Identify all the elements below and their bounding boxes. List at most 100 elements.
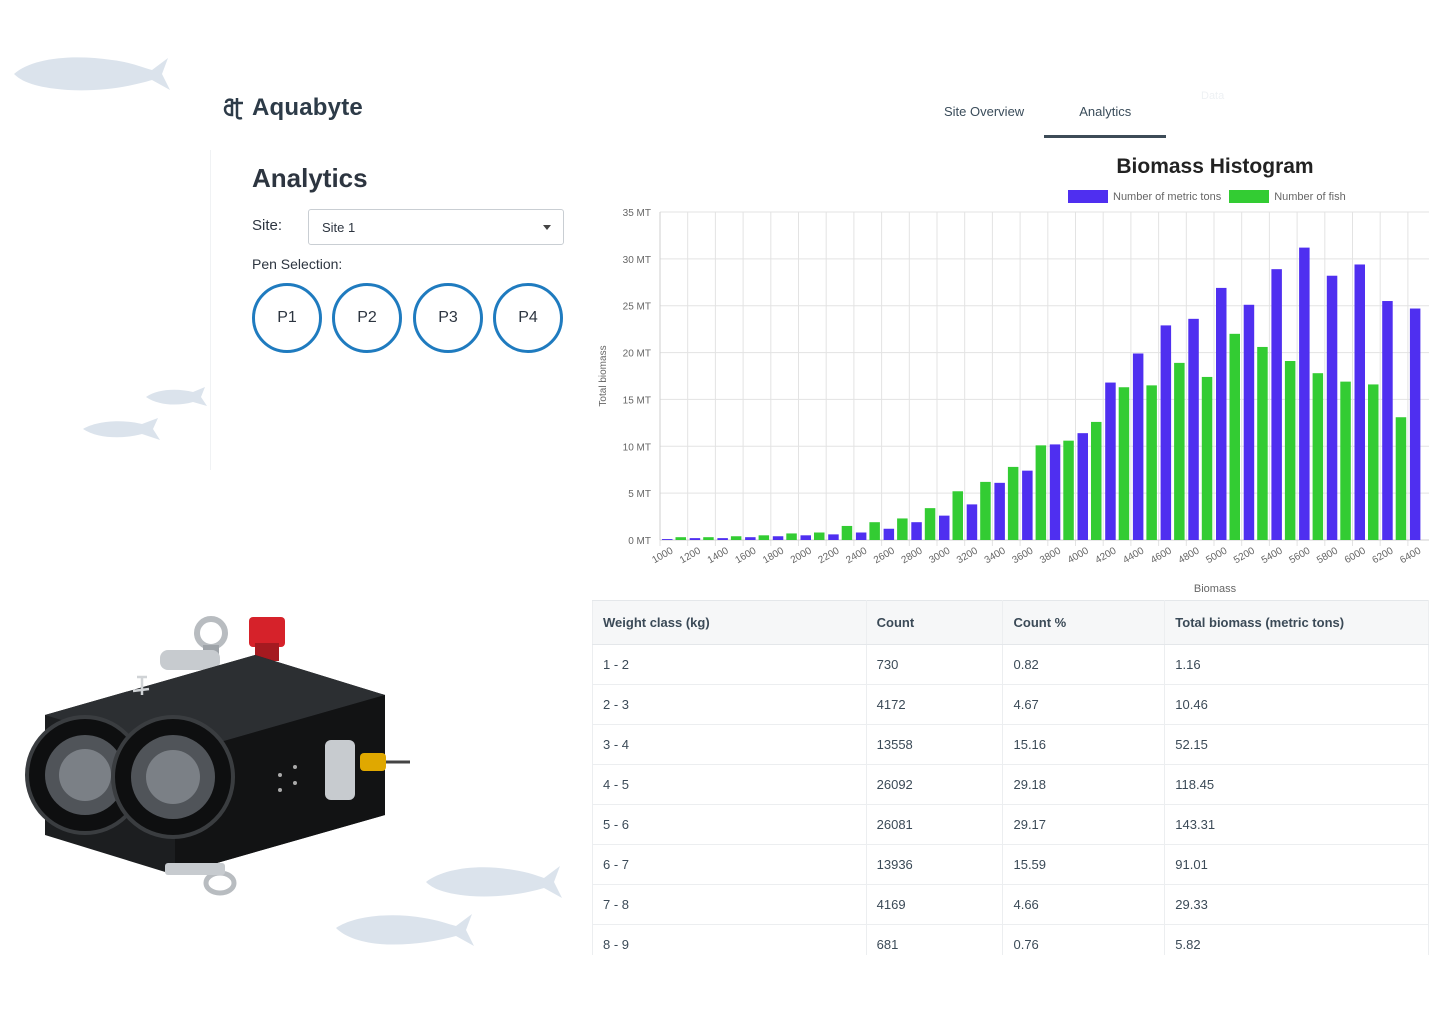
bar-metric-tons bbox=[1105, 382, 1116, 540]
fish-silhouette-icon bbox=[14, 57, 170, 91]
pen-button-p3[interactable]: P3 bbox=[413, 283, 483, 353]
cell-count-percent: 29.17 bbox=[1002, 804, 1166, 845]
y-tick-label: 35 MT bbox=[623, 208, 651, 219]
x-tick-label: 1600 bbox=[733, 545, 758, 566]
x-tick-label: 6400 bbox=[1398, 545, 1423, 566]
page-title: Analytics bbox=[252, 163, 368, 193]
x-tick-label: 4800 bbox=[1177, 545, 1202, 566]
x-tick-label: 4400 bbox=[1121, 545, 1146, 566]
y-tick-label: 0 MT bbox=[628, 536, 651, 547]
table-row: 4 - 5 26092 29.18 118.45 bbox=[592, 764, 1429, 805]
cell-count: 4169 bbox=[866, 884, 1004, 925]
fish-silhouette-icon bbox=[146, 387, 207, 406]
bar-fish bbox=[1063, 440, 1074, 540]
x-tick-label: 6000 bbox=[1343, 545, 1368, 566]
bar-fish bbox=[730, 536, 742, 540]
bar-fish bbox=[758, 535, 770, 540]
x-tick-label: 2400 bbox=[844, 545, 869, 566]
aquabyte-logo-icon bbox=[223, 98, 243, 120]
x-tick-label: 5000 bbox=[1204, 545, 1229, 566]
weight-class-table: Weight class (kg) Count Count % Total bi… bbox=[592, 600, 1429, 955]
table-row: 3 - 4 13558 15.16 52.15 bbox=[592, 724, 1429, 765]
x-tick-label: 5800 bbox=[1315, 545, 1340, 566]
site-label: Site: bbox=[252, 217, 283, 234]
bar-fish bbox=[1229, 333, 1240, 540]
bar-fish bbox=[1312, 373, 1324, 540]
bar-metric-tons bbox=[939, 515, 950, 540]
cell-weight-class: 4 - 5 bbox=[592, 764, 867, 805]
column-header-count-percent[interactable]: Count % bbox=[1002, 600, 1166, 645]
cell-weight-class: 6 - 7 bbox=[592, 844, 867, 885]
bar-fish bbox=[869, 522, 880, 540]
column-header-count[interactable]: Count bbox=[866, 600, 1004, 645]
table-row: 6 - 7 13936 15.59 91.01 bbox=[592, 844, 1429, 885]
bar-fish bbox=[1201, 376, 1213, 540]
bar-fish bbox=[980, 481, 991, 540]
x-tick-label: 1400 bbox=[706, 545, 731, 566]
bar-metric-tons bbox=[966, 504, 978, 540]
bar-metric-tons bbox=[717, 538, 728, 540]
y-tick-label: 5 MT bbox=[628, 489, 651, 500]
pen-button-p1[interactable]: P1 bbox=[252, 283, 322, 353]
bar-metric-tons bbox=[689, 538, 701, 540]
x-tick-label: 2600 bbox=[872, 545, 897, 566]
bar-metric-tons bbox=[1354, 264, 1365, 540]
x-tick-label: 4600 bbox=[1149, 545, 1174, 566]
bar-fish bbox=[1091, 421, 1102, 540]
bar-metric-tons bbox=[1077, 433, 1088, 540]
y-tick-label: 10 MT bbox=[623, 442, 651, 453]
site-select[interactable]: Site 1 bbox=[308, 209, 564, 245]
cell-weight-class: 5 - 6 bbox=[592, 804, 867, 845]
cell-count: 26092 bbox=[866, 764, 1004, 805]
brand-name: Aquabyte bbox=[252, 94, 363, 121]
x-tick-label: 3000 bbox=[927, 545, 952, 566]
y-tick-label: 15 MT bbox=[623, 395, 651, 406]
cell-weight-class: 3 - 4 bbox=[592, 724, 867, 765]
bar-metric-tons bbox=[828, 534, 839, 540]
bar-fish bbox=[1146, 385, 1157, 540]
bar-fish bbox=[952, 491, 963, 540]
x-tick-label: 1200 bbox=[678, 545, 703, 566]
bar-fish bbox=[703, 537, 714, 540]
table-row: 1 - 2 730 0.82 1.16 bbox=[592, 644, 1429, 685]
table-header-row: Weight class (kg) Count Count % Total bi… bbox=[592, 600, 1429, 645]
chart-title: Biomass Histogram bbox=[1116, 155, 1314, 178]
tab-analytics[interactable]: Analytics bbox=[1044, 92, 1167, 138]
cell-weight-class: 8 - 9 bbox=[592, 924, 867, 955]
x-tick-label: 2000 bbox=[789, 545, 814, 566]
bar-metric-tons bbox=[745, 537, 756, 540]
bar-metric-tons bbox=[911, 522, 922, 540]
cell-count: 13558 bbox=[866, 724, 1004, 765]
bar-metric-tons bbox=[800, 535, 811, 540]
cell-count-percent: 29.18 bbox=[1002, 764, 1166, 805]
column-header-weight-class[interactable]: Weight class (kg) bbox=[592, 600, 867, 645]
pen-button-p2[interactable]: P2 bbox=[332, 283, 402, 353]
fish-silhouette-icon bbox=[426, 866, 562, 898]
bar-fish bbox=[786, 533, 797, 540]
brand-logo[interactable]: Aquabyte bbox=[222, 94, 363, 122]
bar-fish bbox=[1340, 381, 1351, 540]
column-header-total-biomass[interactable]: Total biomass (metric tons) bbox=[1164, 600, 1429, 645]
chevron-down-icon bbox=[543, 225, 551, 230]
table-row: 7 - 8 4169 4.66 29.33 bbox=[592, 884, 1429, 925]
bar-fish bbox=[675, 537, 686, 540]
cell-total-biomass: 118.45 bbox=[1164, 764, 1429, 805]
bar-fish bbox=[814, 532, 825, 540]
cell-count-percent: 0.82 bbox=[1002, 644, 1166, 685]
bar-metric-tons bbox=[855, 532, 867, 540]
bar-fish bbox=[1395, 417, 1407, 540]
x-axis-title: Biomass bbox=[1194, 583, 1237, 595]
cell-weight-class: 1 - 2 bbox=[592, 644, 867, 685]
x-tick-label: 5200 bbox=[1232, 545, 1257, 566]
bar-metric-tons bbox=[1022, 470, 1033, 540]
cell-total-biomass: 52.15 bbox=[1164, 724, 1429, 765]
bar-metric-tons bbox=[1132, 353, 1144, 540]
tab-site-overview[interactable]: Site Overview bbox=[924, 92, 1044, 138]
cell-total-biomass: 29.33 bbox=[1164, 884, 1429, 925]
bar-metric-tons bbox=[1188, 318, 1199, 540]
x-tick-label: 1000 bbox=[650, 545, 675, 566]
bar-metric-tons bbox=[1382, 301, 1393, 540]
cell-count-percent: 4.66 bbox=[1002, 884, 1166, 925]
pen-button-p4[interactable]: P4 bbox=[493, 283, 563, 353]
cell-count: 730 bbox=[866, 644, 1004, 685]
